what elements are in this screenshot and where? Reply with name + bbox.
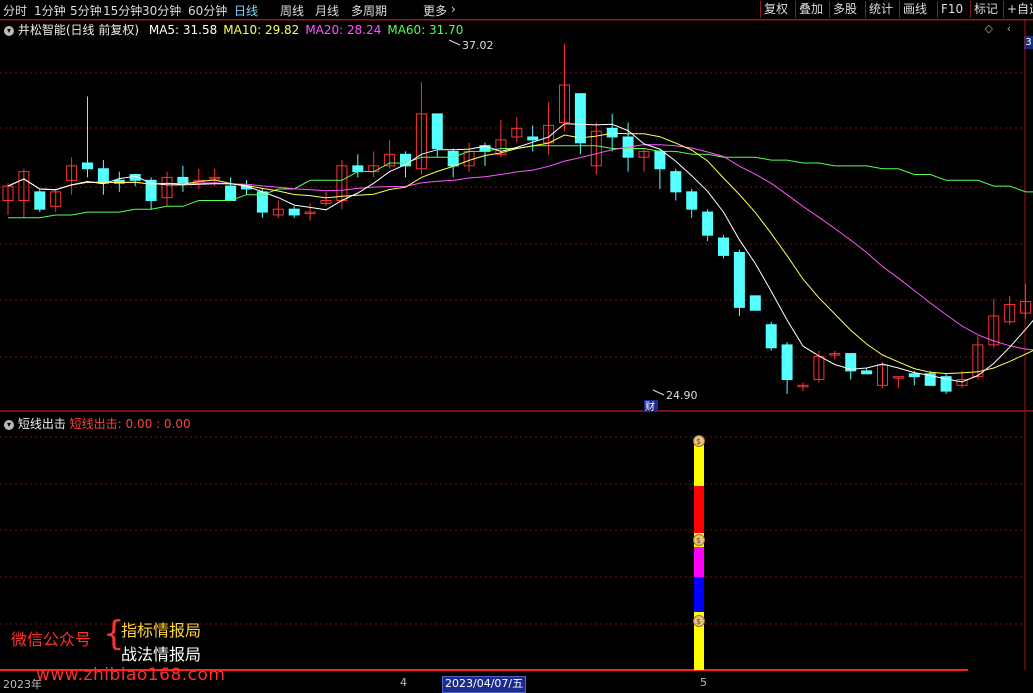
candle-body [686, 191, 698, 210]
candle-body [861, 370, 873, 375]
finance-event-marker: 财 [645, 400, 655, 413]
candle-body [670, 171, 682, 193]
candle-body [574, 93, 586, 144]
ma20-line [7, 144, 1033, 351]
high-price-label: 37.02 [462, 39, 494, 52]
low-price-label: 24.90 [666, 389, 698, 402]
watermark-url: www.zhibiao168.com [36, 665, 226, 685]
ma10-line [7, 132, 1033, 375]
axis-month-4: 4 [400, 676, 407, 689]
candle-body [97, 168, 109, 184]
candle-body [177, 176, 189, 184]
candle-body [765, 324, 777, 349]
candle-body [654, 150, 666, 170]
candle-body [447, 150, 459, 167]
candle-body [749, 295, 761, 311]
candle-body [431, 113, 443, 150]
high-pointer [448, 39, 461, 46]
money-bag-symbol: $ [696, 536, 701, 545]
axis-year: 2023年 [3, 678, 42, 691]
signal-bar-segment [694, 577, 704, 612]
candle-body [82, 162, 93, 170]
candle-body [908, 373, 920, 378]
signal-bar-segment [694, 547, 704, 577]
watermark-left: 微信公众号 [11, 630, 92, 649]
candle-body [702, 211, 714, 236]
candle-body [225, 185, 237, 202]
candle-body [34, 191, 46, 210]
candle-body [606, 127, 618, 138]
money-bag-symbol: $ [696, 437, 701, 446]
kline-chart[interactable]: 37.02 24.90 财 $ $ $ [0, 0, 1033, 692]
candle-body [288, 208, 300, 216]
candle-body [733, 251, 745, 308]
signal-bar-segment [694, 486, 704, 533]
low-pointer [652, 389, 665, 396]
candle-body [781, 344, 793, 381]
candle-body [527, 136, 539, 141]
axis-month-5: 5 [700, 676, 707, 689]
candle-body [718, 237, 729, 256]
watermark-line1: 指标情报局 [121, 621, 202, 640]
ma5-line [7, 123, 1033, 383]
cursor-date: 2023/04/07/五 [442, 676, 527, 693]
watermark-line2: 战法情报局 [121, 645, 202, 664]
money-bag-symbol: $ [696, 617, 701, 626]
candle-body [352, 165, 364, 173]
